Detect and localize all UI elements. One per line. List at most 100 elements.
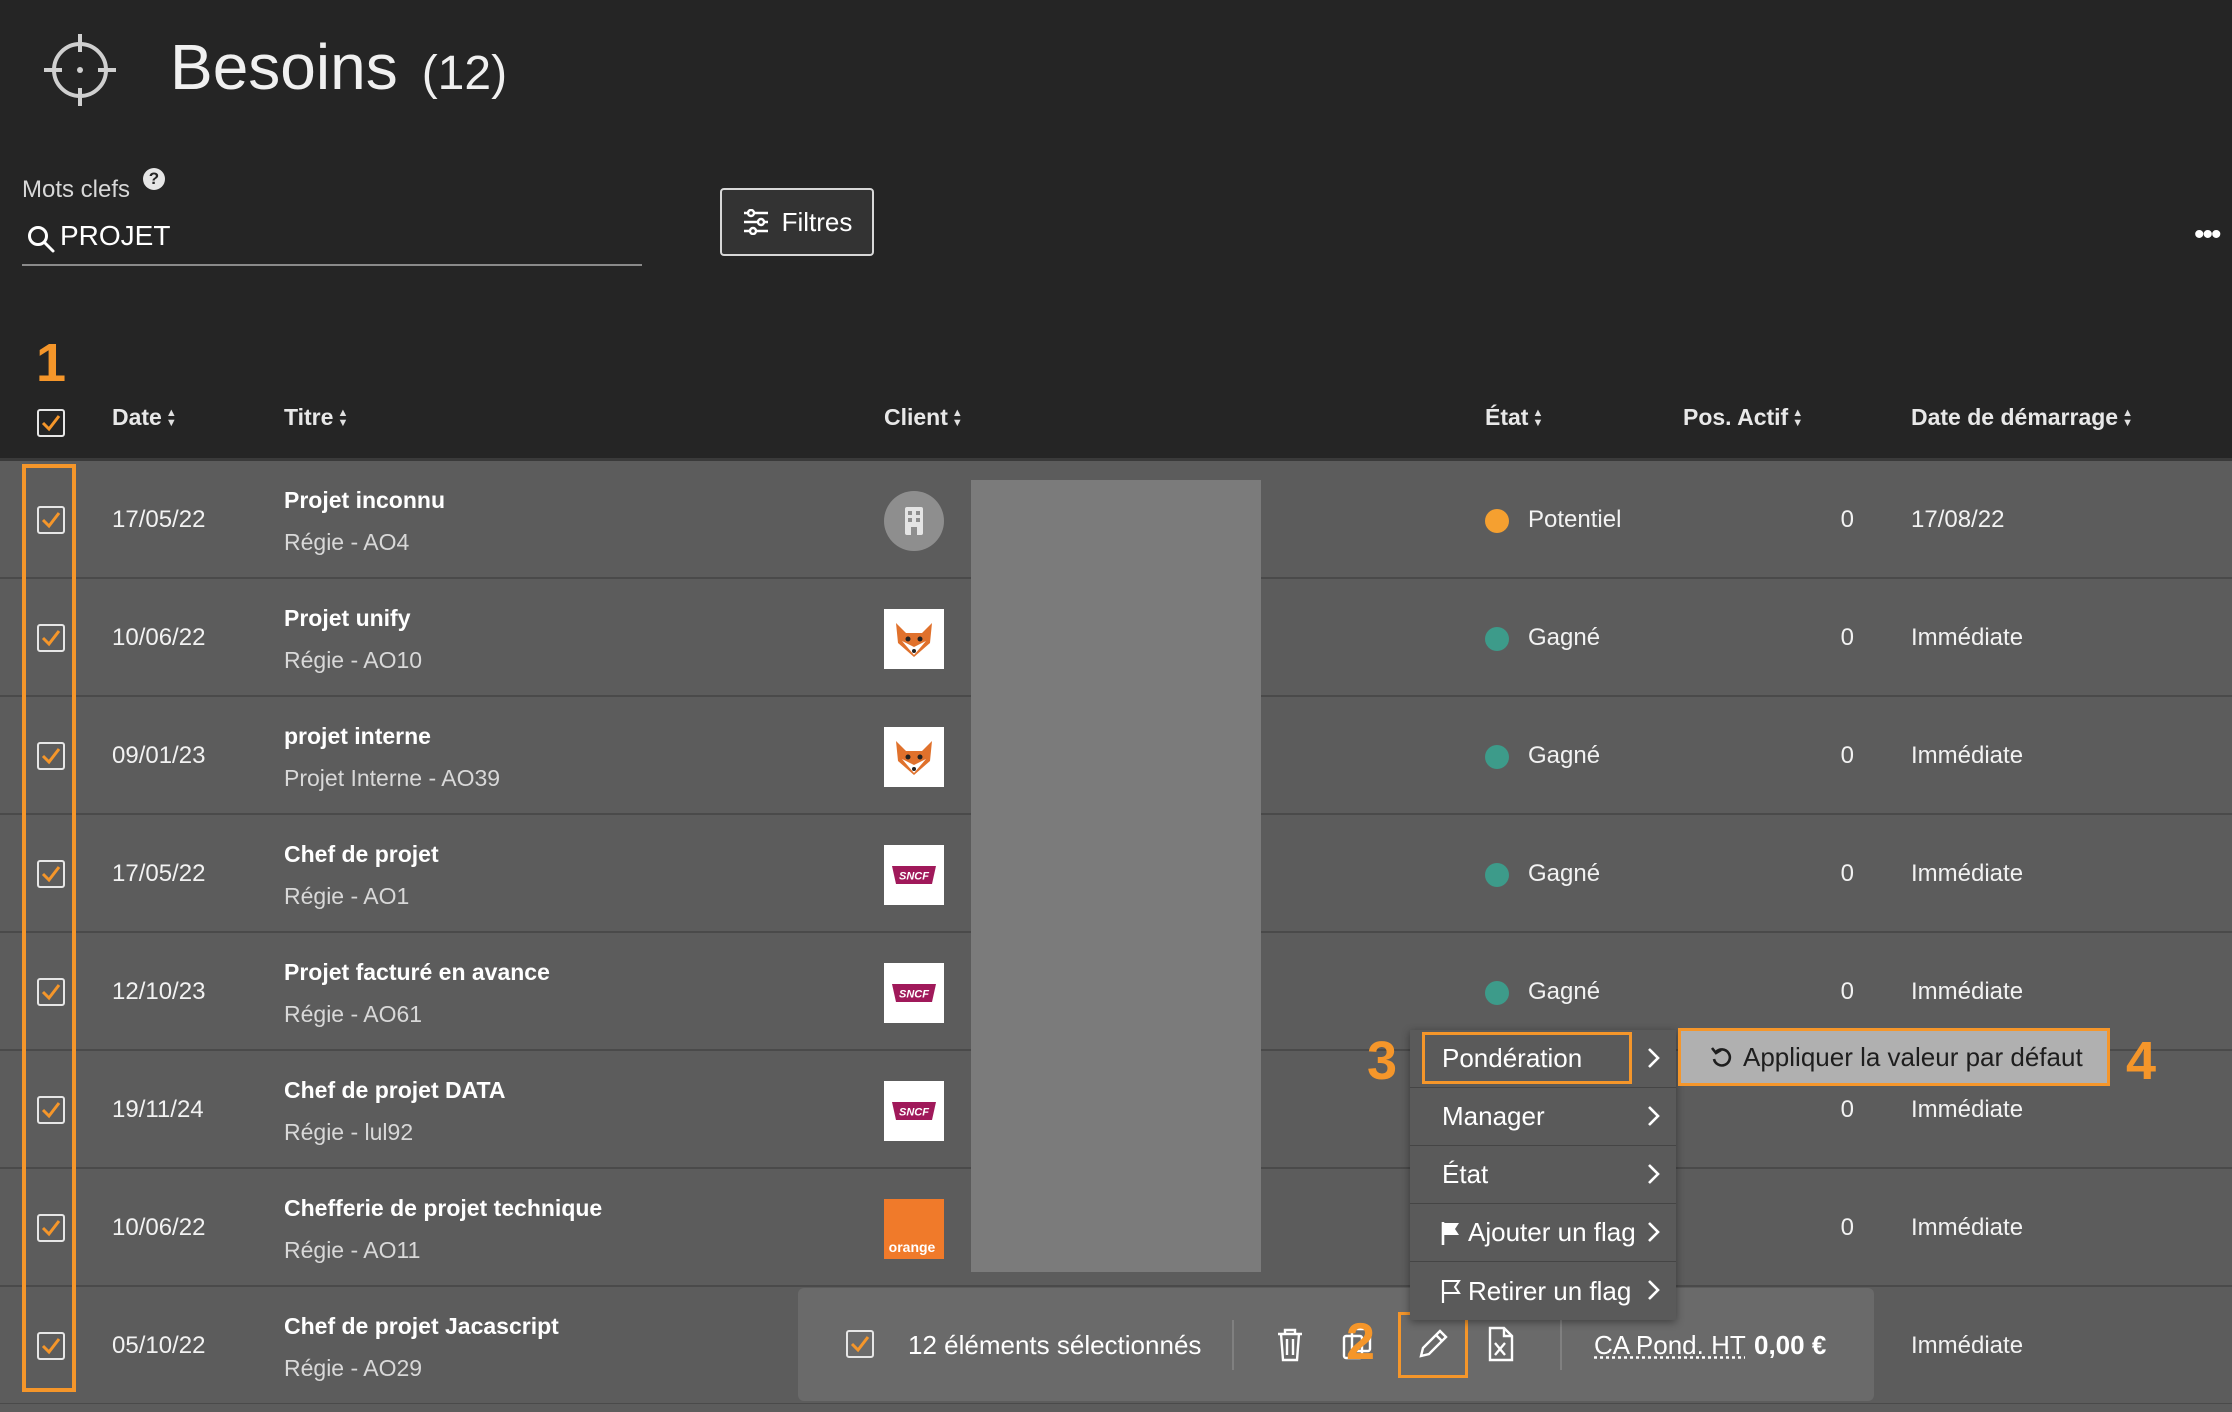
search-input[interactable] <box>60 220 620 252</box>
row-etat: Gagné <box>1528 624 1601 651</box>
sncf-logo-text: SNCF <box>899 1107 929 1119</box>
chevron-right-icon <box>1648 1106 1660 1126</box>
row-etat: Gagné <box>1528 978 1601 1005</box>
row-subtitle: Régie - AO11 <box>284 1237 421 1263</box>
sort-icon: ▲ ▼ <box>1792 406 1804 429</box>
item-count: (12) <box>421 47 508 100</box>
apply-default-value-option[interactable]: Appliquer la valeur par défaut <box>1678 1028 2110 1086</box>
search-label: Mots clefs <box>22 176 131 203</box>
sncf-logo-text: SNCF <box>899 871 929 883</box>
status-dot <box>1485 745 1509 769</box>
row-title[interactable]: Chef de projet DATA <box>284 1077 505 1104</box>
menu-label: Retirer un flag <box>1468 1275 1632 1306</box>
column-header-titre[interactable]: Titre ▲ ▼ <box>284 404 348 431</box>
pencil-icon[interactable] <box>1413 1324 1453 1364</box>
column-header-date[interactable]: Date ▲ ▼ <box>112 404 177 431</box>
sort-icon: ▲ ▼ <box>337 406 349 429</box>
menu-label: Manager <box>1442 1101 1545 1131</box>
annotation-2: 2 <box>1346 1313 1375 1371</box>
sort-icon: ▲ ▼ <box>165 406 177 429</box>
chevron-right-icon <box>1648 1280 1660 1300</box>
row-start-date: 17/08/22 <box>1911 506 2005 533</box>
sncf-logo: SNCF <box>884 963 944 1023</box>
row-date: 10/06/22 <box>112 1214 206 1241</box>
menu-item-add-flag[interactable]: Ajouter un flag <box>1410 1204 1676 1262</box>
filters-label: Filtres <box>781 206 853 237</box>
submenu-label: Appliquer la valeur par défaut <box>1743 1041 2083 1072</box>
row-pos-actif: 0 <box>1840 506 1854 533</box>
column-etat-label: État <box>1485 404 1529 430</box>
column-start-label: Date de démarrage <box>1911 404 2119 430</box>
row-title[interactable]: Projet unify <box>284 605 411 632</box>
selection-highlight <box>22 464 76 1392</box>
row-start-date: Immédiate <box>1911 860 2024 887</box>
row-subtitle: Régie - AO61 <box>284 1001 423 1027</box>
row-date: 17/05/22 <box>112 506 206 533</box>
row-pos-actif: 0 <box>1840 742 1854 769</box>
excel-export-icon[interactable] <box>1480 1324 1520 1364</box>
row-date: 12/10/23 <box>112 978 206 1005</box>
column-header-client[interactable]: Client ▲ ▼ <box>884 404 963 431</box>
menu-item-manager[interactable]: Manager <box>1410 1088 1676 1146</box>
row-etat: Gagné <box>1528 860 1601 887</box>
row-pos-actif: 0 <box>1840 1214 1854 1241</box>
row-pos-actif: 0 <box>1840 1096 1854 1123</box>
sort-icon: ▲ ▼ <box>951 406 963 429</box>
undo-icon <box>1710 1047 1732 1067</box>
row-title[interactable]: Chefferie de projet technique <box>284 1195 602 1222</box>
selected-count: 12 éléments sélectionnés <box>908 1330 1202 1360</box>
menu-item-ponderation[interactable]: Pondération <box>1410 1030 1676 1088</box>
row-subtitle: Régie - AO10 <box>284 647 423 673</box>
selection-action-bar: 12 éléments sélectionnés 2 CA Pond. HT 0… <box>798 1288 1874 1401</box>
row-pos-actif: 0 <box>1840 624 1854 651</box>
annotation-3: 3 <box>1367 1031 1398 1091</box>
keyword-search-field[interactable] <box>22 214 642 266</box>
flag-filled-icon <box>1441 1221 1459 1245</box>
row-date: 10/06/22 <box>112 624 206 651</box>
row-start-date: Immédiate <box>1911 1332 2024 1359</box>
check-icon <box>850 1336 870 1353</box>
row-start-date: Immédiate <box>1911 978 2024 1005</box>
row-date: 05/10/22 <box>112 1332 206 1359</box>
status-dot <box>1485 509 1509 533</box>
column-titre-label: Titre <box>284 404 334 430</box>
row-date: 19/11/24 <box>112 1096 204 1123</box>
column-pos-label: Pos. Actif <box>1683 404 1789 430</box>
column-header-etat[interactable]: État ▲ ▼ <box>1485 404 1543 431</box>
bulk-select-checkbox[interactable] <box>846 1330 874 1358</box>
menu-item-remove-flag[interactable]: Retirer un flag <box>1410 1262 1676 1320</box>
row-title[interactable]: Chef de projet Jacascript <box>284 1313 559 1340</box>
sort-icon: ▲ ▼ <box>1532 406 1544 429</box>
column-header-pos-actif[interactable]: Pos. Actif ▲ ▼ <box>1683 404 1803 431</box>
orange-logo-text: orange <box>889 1239 936 1255</box>
context-menu: Pondération Manager État Ajouter un flag… <box>1410 1030 1676 1320</box>
menu-highlight <box>1422 1032 1632 1084</box>
divider <box>1232 1320 1234 1370</box>
check-icon <box>41 415 61 432</box>
menu-item-etat[interactable]: État <box>1410 1146 1676 1204</box>
status-dot <box>1485 627 1509 651</box>
ca-pond-label: CA Pond. HT <box>1594 1330 1746 1360</box>
row-etat: Potentiel <box>1528 506 1622 533</box>
trash-icon[interactable] <box>1270 1324 1310 1364</box>
row-date: 17/05/22 <box>112 860 206 887</box>
row-title[interactable]: Projet inconnu <box>284 487 445 514</box>
row-title[interactable]: projet interne <box>284 723 431 750</box>
sncf-logo: SNCF <box>884 1081 944 1141</box>
row-start-date: Immédiate <box>1911 624 2024 651</box>
status-dot <box>1485 863 1509 887</box>
filters-button[interactable]: Filtres <box>720 188 874 256</box>
fox-logo <box>884 727 944 787</box>
help-icon[interactable]: ? <box>143 168 165 190</box>
more-options-icon[interactable]: ••• <box>2194 218 2221 252</box>
row-subtitle: Régie - AO1 <box>284 883 410 909</box>
page-title: Besoins (12) <box>170 30 507 104</box>
column-client-label: Client <box>884 404 948 430</box>
column-header-date-demarrage[interactable]: Date de démarrage ▲ ▼ <box>1911 404 2133 431</box>
select-all-checkbox[interactable] <box>37 409 65 437</box>
row-title[interactable]: Projet facturé en avance <box>284 959 550 986</box>
redacted-client-names <box>971 480 1261 1272</box>
row-title[interactable]: Chef de projet <box>284 841 439 868</box>
menu-label: État <box>1442 1159 1489 1189</box>
sort-icon: ▲ ▼ <box>2122 406 2133 429</box>
